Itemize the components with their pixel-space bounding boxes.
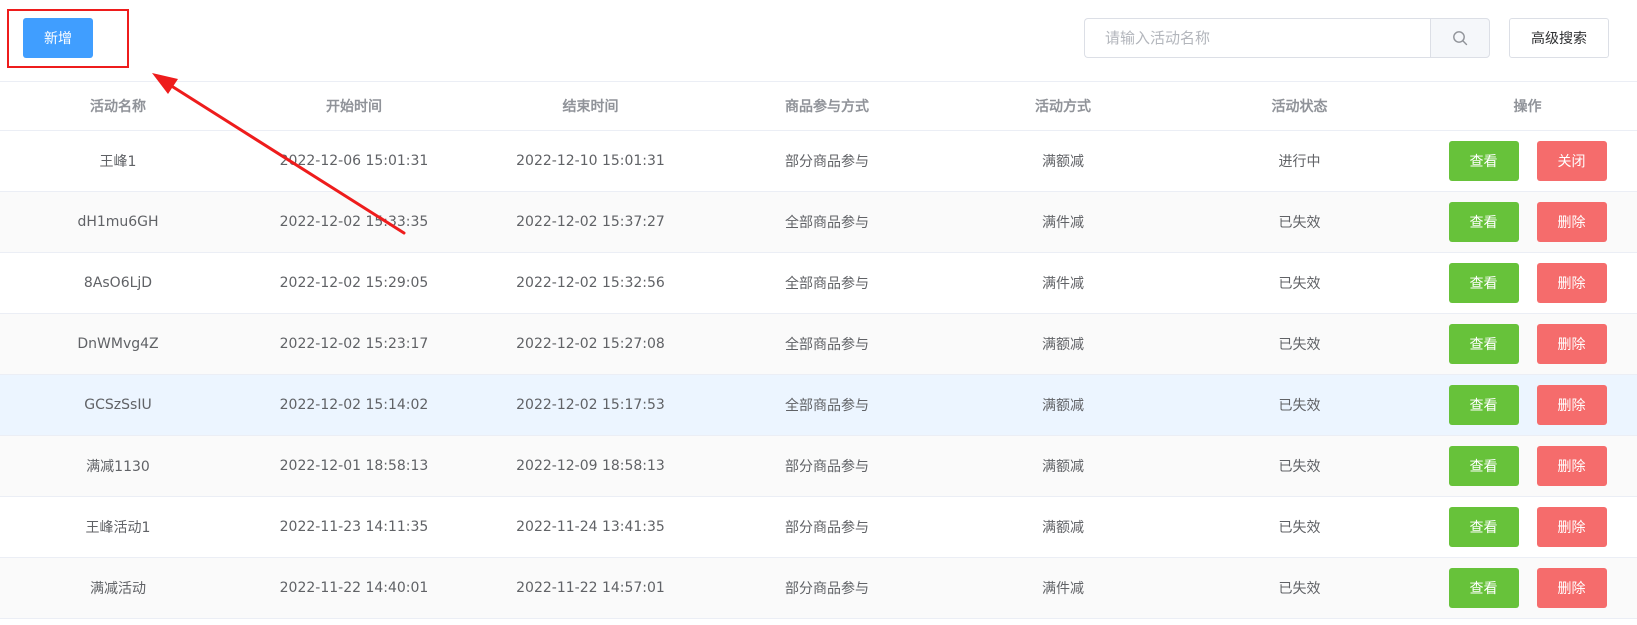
view-button[interactable]: 查看 (1448, 385, 1519, 425)
table-row: 王峰1 2022-12-06 15:01:31 2022-12-10 15:01… (0, 131, 1637, 192)
cell-participation: 部分商品参与 (785, 520, 869, 536)
view-button[interactable]: 查看 (1448, 141, 1519, 181)
table-row: DnWMvg4Z 2022-12-02 15:23:17 2022-12-02 … (0, 314, 1637, 375)
view-button[interactable]: 查看 (1448, 263, 1519, 303)
cell-start-time: 2022-12-01 18:58:13 (279, 458, 429, 474)
toolbar: 新增 高级搜索 (0, 0, 1637, 82)
cell-actions: 查看 删除 (1418, 436, 1637, 496)
cell-activity-name: 满减1130 (86, 459, 150, 475)
cell-participation: 全部商品参与 (785, 276, 869, 292)
cell-method: 满额减 (1042, 520, 1084, 536)
cell-participation: 部分商品参与 (785, 459, 869, 475)
cell-actions: 查看 删除 (1418, 192, 1637, 252)
cell-end-time: 2022-11-22 14:57:01 (516, 580, 665, 596)
cell-status: 已失效 (1278, 398, 1321, 414)
header-method: 活动方式 (1035, 98, 1091, 115)
cell-end-time: 2022-12-10 15:01:31 (516, 153, 665, 169)
header-start-time: 开始时间 (326, 98, 382, 115)
cell-start-time: 2022-11-22 14:40:01 (279, 580, 429, 596)
cell-actions: 查看 删除 (1418, 558, 1637, 618)
view-button[interactable]: 查看 (1448, 202, 1519, 242)
cell-start-time: 2022-12-02 15:29:05 (279, 275, 429, 291)
delete-button[interactable]: 删除 (1536, 568, 1607, 608)
cell-start-time: 2022-11-23 14:11:35 (279, 519, 429, 535)
annotation-highlight-box (7, 9, 129, 68)
table-row: 王峰活动1 2022-11-23 14:11:35 2022-11-24 13:… (0, 497, 1637, 558)
cell-activity-name: dH1mu6GH (77, 214, 159, 230)
cell-status: 进行中 (1278, 154, 1321, 170)
cell-activity-name: 王峰1 (99, 154, 137, 170)
activity-table: 活动名称 开始时间 结束时间 商品参与方式 活动方式 活动状态 操作 王峰1 2… (0, 81, 1637, 619)
cell-start-time: 2022-12-02 15:23:17 (279, 336, 429, 352)
view-button[interactable]: 查看 (1448, 568, 1519, 608)
cell-participation: 全部商品参与 (785, 337, 869, 353)
cell-activity-name: GCSzSsIU (84, 397, 152, 413)
cell-status: 已失效 (1278, 459, 1321, 475)
cell-activity-name: 王峰活动1 (85, 520, 151, 536)
delete-button[interactable]: 删除 (1536, 263, 1607, 303)
cell-activity-name: DnWMvg4Z (77, 336, 159, 352)
cell-participation: 全部商品参与 (785, 215, 869, 231)
header-activity-name: 活动名称 (90, 98, 146, 115)
cell-end-time: 2022-12-02 15:37:27 (516, 214, 665, 230)
cell-actions: 查看 删除 (1418, 497, 1637, 557)
search-group (1084, 18, 1490, 58)
cell-activity-name: 8AsO6LjD (83, 275, 153, 291)
cell-method: 满件减 (1042, 581, 1084, 597)
search-input[interactable] (1084, 18, 1431, 58)
cell-method: 满额减 (1042, 459, 1084, 475)
view-button[interactable]: 查看 (1448, 507, 1519, 547)
page: 新增 高级搜索 活动名称 开始时间 结束时间 商品参与方式 活动方式 活动状态 … (0, 0, 1637, 625)
delete-button[interactable]: 删除 (1536, 324, 1607, 364)
delete-button[interactable]: 删除 (1536, 202, 1607, 242)
view-button[interactable]: 查看 (1448, 446, 1519, 486)
table-row: dH1mu6GH 2022-12-02 15:33:35 2022-12-02 … (0, 192, 1637, 253)
cell-status: 已失效 (1278, 215, 1321, 231)
cell-start-time: 2022-12-02 15:33:35 (279, 214, 429, 230)
table-row: 满减1130 2022-12-01 18:58:13 2022-12-09 18… (0, 436, 1637, 497)
cell-method: 满额减 (1042, 337, 1084, 353)
cell-end-time: 2022-12-02 15:27:08 (516, 336, 665, 352)
header-participation: 商品参与方式 (785, 98, 869, 115)
cell-actions: 查看 删除 (1418, 253, 1637, 313)
cell-start-time: 2022-12-02 15:14:02 (279, 397, 429, 413)
search-button[interactable] (1430, 18, 1490, 58)
cell-status: 已失效 (1278, 520, 1321, 536)
cell-actions: 查看 关闭 (1418, 131, 1637, 191)
cell-participation: 全部商品参与 (785, 398, 869, 414)
table-header: 活动名称 开始时间 结束时间 商品参与方式 活动方式 活动状态 操作 (0, 81, 1637, 131)
table-row: GCSzSsIU 2022-12-02 15:14:02 2022-12-02 … (0, 375, 1637, 436)
cell-activity-name: 满减活动 (90, 581, 146, 597)
cell-start-time: 2022-12-06 15:01:31 (279, 153, 429, 169)
advanced-search-button[interactable]: 高级搜索 (1509, 18, 1609, 58)
cell-end-time: 2022-12-09 18:58:13 (516, 458, 665, 474)
cell-participation: 部分商品参与 (785, 581, 869, 597)
search-icon (1453, 31, 1468, 46)
header-end-time: 结束时间 (562, 98, 619, 115)
header-actions: 操作 (1513, 98, 1542, 115)
table-row: 8AsO6LjD 2022-12-02 15:29:05 2022-12-02 … (0, 253, 1637, 314)
cell-method: 满件减 (1042, 215, 1084, 231)
cell-method: 满额减 (1042, 154, 1084, 170)
view-button[interactable]: 查看 (1448, 324, 1519, 364)
delete-button[interactable]: 删除 (1536, 446, 1607, 486)
cell-end-time: 2022-11-24 13:41:35 (516, 519, 665, 535)
close-button[interactable]: 关闭 (1536, 141, 1607, 181)
cell-end-time: 2022-12-02 15:32:56 (516, 275, 665, 291)
delete-button[interactable]: 删除 (1536, 385, 1607, 425)
cell-method: 满额减 (1042, 398, 1084, 414)
cell-actions: 查看 删除 (1418, 314, 1637, 374)
header-status: 活动状态 (1271, 98, 1328, 115)
table-row: 满减活动 2022-11-22 14:40:01 2022-11-22 14:5… (0, 558, 1637, 619)
cell-method: 满件减 (1042, 276, 1084, 292)
cell-status: 已失效 (1278, 276, 1321, 292)
cell-actions: 查看 删除 (1418, 375, 1637, 435)
cell-status: 已失效 (1278, 581, 1321, 597)
cell-status: 已失效 (1278, 337, 1321, 353)
cell-participation: 部分商品参与 (785, 154, 869, 170)
cell-end-time: 2022-12-02 15:17:53 (516, 397, 665, 413)
delete-button[interactable]: 删除 (1536, 507, 1607, 547)
